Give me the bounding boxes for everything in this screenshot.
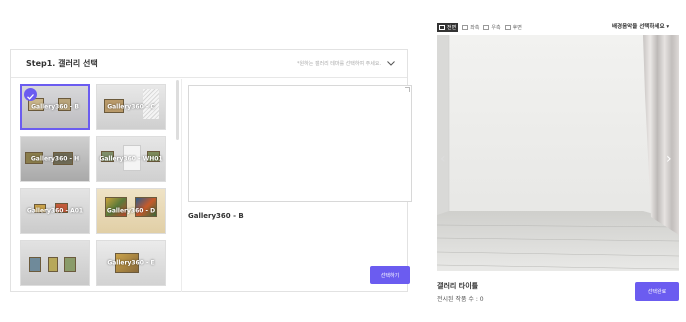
view-tabs: 전면 좌측 우측 후면	[437, 22, 526, 32]
tab-label: 전면	[447, 24, 457, 31]
back-view-icon	[504, 24, 511, 30]
tab-right[interactable]: 우측	[483, 24, 501, 31]
select-button[interactable]: 선택하기	[370, 266, 410, 284]
gallery-thumbnail[interactable]: Gallery360 - B	[20, 84, 90, 130]
previous-arrow-icon[interactable]: ‹	[440, 151, 446, 167]
tab-left[interactable]: 좌측	[462, 24, 479, 31]
next-arrow-icon[interactable]: ›	[666, 151, 672, 167]
tab-front[interactable]: 전면	[437, 22, 459, 32]
gallery-thumbnail[interactable]: Gallery360 - WH01	[96, 136, 166, 182]
thumbnail-label: Gallery360 - B	[31, 103, 79, 111]
front-view-icon	[439, 24, 445, 30]
gallery-preview	[188, 85, 412, 202]
gallery-thumbnail[interactable]: Gallery360 - E	[96, 240, 166, 286]
thumbnail-label: Gallery360 - D	[106, 207, 156, 215]
thumbnail-label: Gallery360 - C	[107, 103, 155, 111]
left-view-icon	[462, 24, 469, 30]
selected-gallery-name: Gallery360 - B	[188, 212, 244, 220]
right-view-icon	[483, 24, 490, 30]
corner-resize-icon	[405, 87, 410, 92]
panel-divider	[181, 79, 182, 292]
thumbnail-scrollbar[interactable]	[176, 80, 179, 140]
step-title: Step1. 갤러리 선택	[26, 59, 98, 68]
thumbnail-label: Gallery360 - A01	[26, 207, 84, 215]
gallery-room-view	[437, 35, 679, 271]
tab-back[interactable]: 후면	[504, 24, 522, 31]
chevron-down-icon[interactable]	[386, 58, 396, 68]
check-icon	[24, 88, 37, 101]
gallery-thumbnail[interactable]: Gallery360 - H	[20, 136, 90, 182]
artwork-count: 전시된 작품 수 : 0	[437, 296, 484, 303]
gallery-thumbnail[interactable]: Gallery360 - A01	[20, 188, 90, 234]
complete-selection-button[interactable]: 선택완료	[635, 282, 679, 301]
step-hint: *원하는 갤러리 테마를 선택하여 주세요.	[297, 61, 382, 67]
thumbnail-label: Gallery360 - H	[30, 155, 80, 163]
gallery-title: 갤러리 타이틀	[437, 282, 479, 290]
tab-label: 후면	[512, 24, 522, 31]
thumbnail-label: Gallery360 - E	[107, 259, 155, 267]
gallery-thumbnail[interactable]: Gallery360 - C	[96, 84, 166, 130]
background-music-select[interactable]: 배경음악을 선택하세요 ▾	[612, 22, 669, 30]
gallery-thumbnail[interactable]: Gallery360 - D	[96, 188, 166, 234]
step-header: Step1. 갤러리 선택 *원하는 갤러리 테마를 선택하여 주세요.	[11, 50, 407, 78]
gallery-thumbnail-list[interactable]: Gallery360 - B Gallery360 - C Gallery360…	[11, 79, 175, 292]
gallery-select-panel: Step1. 갤러리 선택 *원하는 갤러리 테마를 선택하여 주세요. Gal…	[10, 49, 412, 292]
thumbnail-label: Gallery360 - WH01	[99, 155, 163, 163]
gallery-thumbnail[interactable]	[20, 240, 90, 286]
tab-label: 우측	[491, 24, 501, 31]
tab-label: 좌측	[470, 24, 480, 31]
